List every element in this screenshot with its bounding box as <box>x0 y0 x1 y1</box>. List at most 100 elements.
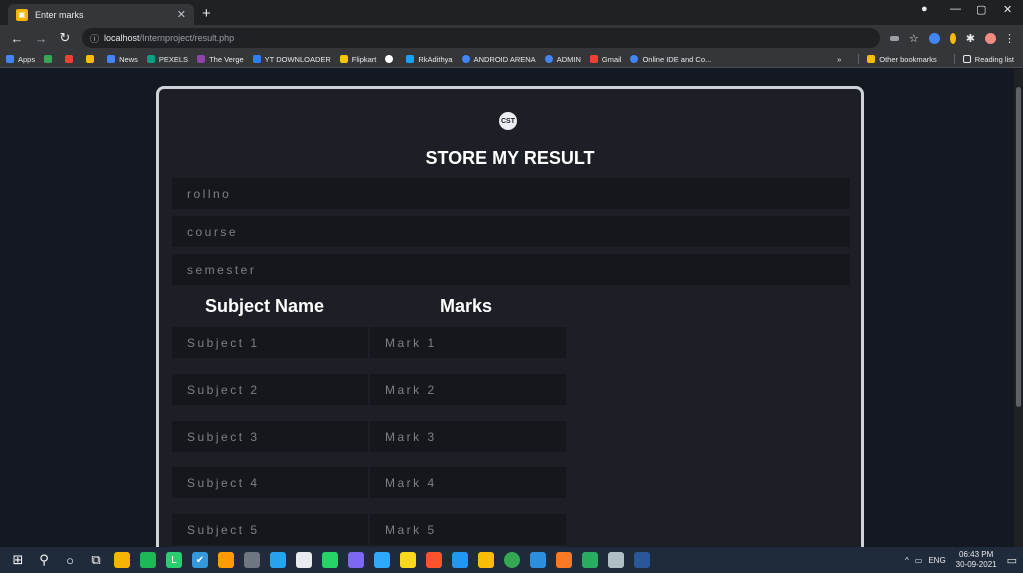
address-bar[interactable]: ⓘ localhost /Internproject/result.php <box>82 28 880 48</box>
mark-2-input[interactable] <box>370 374 566 405</box>
extension-yellow-icon[interactable] <box>949 32 956 44</box>
bookmark-android-arena[interactable]: ANDROID ARENA <box>461 55 536 64</box>
drive-icon[interactable] <box>478 552 494 568</box>
puzzle-icon[interactable]: ✱ <box>966 32 975 45</box>
new-tab-icon[interactable]: + <box>202 5 211 22</box>
marks-header: Marks <box>440 296 493 316</box>
bookmark-flipkart[interactable]: Flipkart <box>339 55 376 64</box>
windows-icon[interactable]: ⊞ <box>10 552 26 568</box>
search-icon[interactable]: ⚲ <box>36 552 52 568</box>
app-gray-icon[interactable] <box>608 552 624 568</box>
result-form-card: CST STORE MY RESULT Subject Name Marks <box>156 86 864 547</box>
mark-5-input[interactable] <box>370 514 566 545</box>
whatsapp-icon[interactable] <box>322 552 338 568</box>
bookmark-news[interactable]: News <box>107 55 138 64</box>
extension-blue-icon[interactable] <box>928 32 940 44</box>
notes-icon[interactable] <box>400 552 416 568</box>
bookmark-github[interactable] <box>385 55 397 63</box>
course-input[interactable] <box>172 216 850 247</box>
semester-input[interactable] <box>172 254 850 285</box>
bookmarks-overflow-icon[interactable]: » <box>837 55 841 64</box>
minimize-icon[interactable]: — <box>950 3 961 15</box>
reading-list[interactable]: Reading list <box>962 55 1014 64</box>
star-icon[interactable]: ☆ <box>909 32 919 45</box>
yt-downloader-icon <box>252 55 261 63</box>
subject-name-header: Subject Name <box>205 296 325 316</box>
tab-title: Enter marks <box>35 9 84 20</box>
menu-dots-icon[interactable]: ⋮ <box>1004 32 1015 45</box>
bookmark-admin[interactable]: ADMIN <box>544 55 581 64</box>
bookmark-yt-downloader[interactable]: YT DOWNLOADER <box>252 55 331 64</box>
mark-3-input[interactable] <box>370 421 566 452</box>
tray-chevron-icon[interactable]: ^ <box>905 556 909 565</box>
cortana-icon[interactable]: ○ <box>62 552 78 568</box>
back-icon[interactable]: ← <box>10 31 24 46</box>
bookmark-pexels[interactable]: PEXELS <box>146 55 188 64</box>
word-icon[interactable] <box>634 552 650 568</box>
mark-4-input[interactable] <box>370 467 566 498</box>
app-blue-icon[interactable] <box>452 552 468 568</box>
subject-1-input[interactable] <box>172 327 368 358</box>
play-icon <box>44 55 53 63</box>
bookmark-the-verge[interactable]: The Verge <box>197 55 244 64</box>
scrollbar-thumb[interactable] <box>1016 87 1021 407</box>
rollno-input[interactable] <box>172 178 850 209</box>
browser-toolbar: ← → ↻ ⓘ localhost /Internproject/result.… <box>0 25 1023 51</box>
app-green-icon[interactable] <box>582 552 598 568</box>
task-view-icon[interactable]: ⧉ <box>88 552 104 568</box>
close-tab-icon[interactable]: ✕ <box>177 8 186 21</box>
mark-1-input[interactable] <box>370 327 566 358</box>
key-icon[interactable] <box>889 35 899 41</box>
battery-icon[interactable]: ▭ <box>915 556 923 565</box>
xampp-icon[interactable] <box>556 552 572 568</box>
browser-tab[interactable]: ▣ Enter marks ✕ <box>8 4 194 25</box>
bookmark-online-ide[interactable]: Online IDE and Co... <box>630 55 711 64</box>
reload-icon[interactable]: ↻ <box>58 30 72 46</box>
reading-list-icon <box>962 55 971 63</box>
subject-4-input[interactable] <box>172 467 368 498</box>
bookmark-play[interactable] <box>44 55 56 63</box>
maximize-icon[interactable]: ▢ <box>976 3 986 16</box>
maps-icon <box>86 55 95 63</box>
system-tray: ^ ▭ ENG 06:43 PM 30-09-2021 ▭ <box>905 550 1023 570</box>
spotify-icon[interactable] <box>140 552 156 568</box>
vscode-icon[interactable] <box>530 552 546 568</box>
profile-dot-icon[interactable]: ● <box>921 3 928 15</box>
bookmark-other[interactable]: Other bookmarks <box>867 55 937 64</box>
subject-3-input[interactable] <box>172 421 368 452</box>
close-window-icon[interactable]: ✕ <box>1003 3 1012 16</box>
bookmark-apps[interactable]: Apps <box>6 55 35 64</box>
app-l-icon[interactable]: L <box>166 552 182 568</box>
bookmark-maps[interactable] <box>86 55 98 63</box>
forward-icon[interactable]: → <box>34 31 48 46</box>
url-host: localhost <box>104 33 140 43</box>
store-icon[interactable] <box>296 552 312 568</box>
page-scrollbar[interactable] <box>1014 69 1023 547</box>
brave-icon[interactable] <box>426 552 442 568</box>
subject-2-input[interactable] <box>172 374 368 405</box>
app-check-icon[interactable]: ✔ <box>192 552 208 568</box>
photoshop-icon[interactable] <box>374 552 390 568</box>
bookmarks-divider <box>858 54 860 64</box>
news-icon <box>107 55 116 63</box>
bookmarks-bar: Apps News PEXELS The Verge YT DOWNLOADER… <box>0 51 1023 68</box>
subject-5-input[interactable] <box>172 514 368 545</box>
bookmark-gmail[interactable]: Gmail <box>589 55 621 64</box>
github-icon <box>385 55 394 63</box>
github-icon[interactable] <box>244 552 260 568</box>
bookmark-rkadithya[interactable]: RkAdithya <box>406 55 453 64</box>
site-info-icon[interactable]: ⓘ <box>90 32 99 45</box>
bookmark-youtube[interactable] <box>65 55 77 63</box>
browser-tab-strip: ▣ Enter marks ✕ + ● — ▢ ✕ <box>0 0 1023 25</box>
taskbar-clock[interactable]: 06:43 PM 30-09-2021 <box>956 550 997 570</box>
link-icon <box>461 55 470 63</box>
telegram-icon[interactable] <box>270 552 286 568</box>
avatar[interactable] <box>985 32 996 44</box>
app-orb-icon[interactable] <box>348 552 364 568</box>
notifications-icon[interactable]: ▭ <box>1007 554 1017 567</box>
file-explorer-icon[interactable] <box>114 552 130 568</box>
page-viewport: CST STORE MY RESULT Subject Name Marks <box>0 69 1023 547</box>
language-indicator[interactable]: ENG <box>928 556 945 565</box>
illustrator-icon[interactable] <box>218 552 234 568</box>
chrome-icon[interactable] <box>504 552 520 568</box>
